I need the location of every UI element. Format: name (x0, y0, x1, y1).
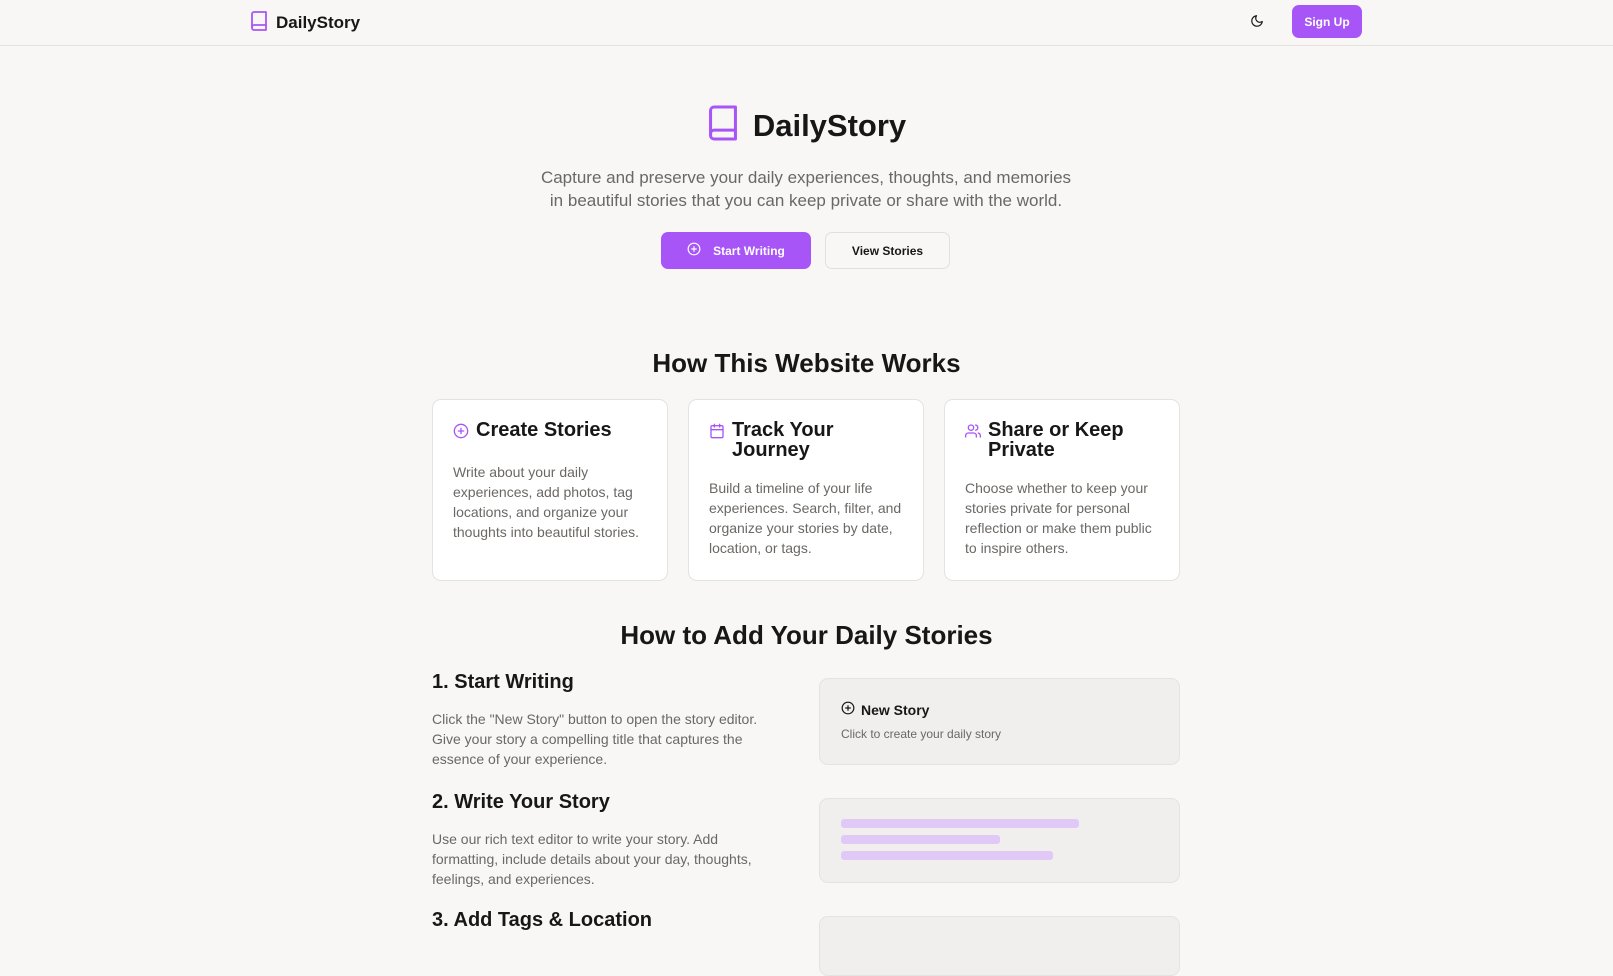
moon-icon (1250, 14, 1264, 33)
hero-heading: DailyStory (0, 104, 1613, 147)
add-stories-title: How to Add Your Daily Stories (620, 620, 993, 650)
users-icon (965, 423, 982, 444)
card-description: Choose whether to keep your stories priv… (965, 480, 1152, 556)
sign-up-button[interactable]: Sign Up (1292, 5, 1362, 38)
calendar-icon (709, 423, 725, 444)
feature-card-track: Track Your Journey Build a timeline of y… (688, 399, 924, 581)
theme-toggle-button[interactable] (1244, 10, 1270, 36)
step-title: 2. Write Your Story (432, 791, 610, 813)
step-description: Use our rich text editor to write your s… (432, 831, 752, 887)
step-title: 3. Add Tags & Location (432, 909, 653, 931)
how-it-works-title: How This Website Works (652, 348, 961, 378)
text-placeholder-line (841, 819, 1079, 828)
feature-card-create: Create Stories Write about your daily ex… (432, 399, 668, 581)
new-story-card[interactable]: New Story Click to create your daily sto… (819, 678, 1180, 765)
new-story-label: New Story (861, 701, 930, 718)
card-title: Share or Keep Private (988, 419, 1124, 461)
brand-name: DailyStory (276, 13, 361, 32)
editor-preview-card (819, 798, 1180, 883)
text-placeholder-line (841, 835, 1000, 844)
new-story-header: New Story (841, 701, 929, 718)
text-placeholder-line (841, 851, 1053, 860)
hero-title: DailyStory (752, 107, 907, 143)
plus-circle-icon (453, 423, 469, 444)
feature-card-share: Share or Keep Private Choose whether to … (944, 399, 1180, 581)
card-description: Write about your daily experiences, add … (453, 464, 640, 540)
top-nav: DailyStory Sign Up (0, 0, 1613, 46)
card-title: Create Stories (476, 419, 612, 441)
tags-preview-card (819, 916, 1180, 976)
new-story-hint: Click to create your daily story (841, 727, 1002, 741)
plus-circle-icon (841, 701, 855, 718)
hero-subtitle: Capture and preserve your daily experien… (506, 166, 1106, 212)
hero-subtitle-line: in beautiful stories that you can keep p… (549, 191, 1063, 210)
start-writing-button[interactable]: Start Writing (661, 232, 811, 269)
book-icon (707, 104, 739, 147)
card-description: Build a timeline of your life experience… (709, 480, 902, 556)
plus-circle-icon (687, 242, 701, 259)
hero-subtitle-line: Capture and preserve your daily experien… (540, 168, 1072, 187)
step-title: 1. Start Writing (432, 671, 574, 693)
step-description: Click the "New Story" button to open the… (432, 711, 758, 767)
book-icon (250, 10, 268, 36)
start-writing-label: Start Writing (713, 243, 785, 258)
view-stories-button[interactable]: View Stories (825, 232, 950, 269)
brand-link[interactable]: DailyStory (250, 10, 361, 36)
card-title: Track Your Journey (732, 419, 834, 461)
